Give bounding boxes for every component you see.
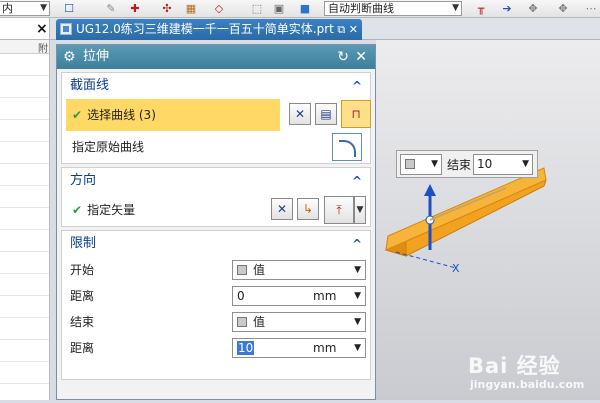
list-item[interactable] bbox=[0, 164, 49, 186]
limits-group: 限制 ^ 开始 值 ▼ 距离 0 mm ▼ 结束 值 ▼ 距离 10 mm ▼ bbox=[61, 230, 371, 380]
end-distance-input[interactable]: 10 mm ▼ bbox=[232, 338, 366, 358]
direction-group: 方向 ^ ✔ 指定矢量 ✕ ↳ ⤒ ▼ bbox=[61, 167, 371, 227]
origin-curve-button[interactable] bbox=[332, 133, 362, 161]
value-cube-icon bbox=[237, 265, 247, 275]
start-distance-row: 距离 0 mm ▼ bbox=[62, 283, 370, 309]
list-item[interactable] bbox=[0, 54, 49, 76]
snap-icon[interactable]: ✎ bbox=[104, 2, 118, 15]
check-icon: ✔ bbox=[72, 108, 83, 122]
reverse-direction-icon[interactable]: ✕ bbox=[271, 198, 293, 220]
reverse-icon[interactable]: ✕ bbox=[289, 103, 311, 125]
gear-icon[interactable]: ⚙ bbox=[63, 45, 76, 69]
check-icon: ✔ bbox=[72, 203, 83, 217]
value-cube-icon bbox=[237, 317, 247, 327]
list-item[interactable] bbox=[0, 318, 49, 340]
list-item[interactable] bbox=[0, 362, 49, 384]
x-axis-label: X bbox=[452, 262, 460, 275]
filter-select[interactable]: 内 ▼ bbox=[0, 1, 50, 16]
vector-type-icon[interactable]: ⤒ bbox=[324, 196, 354, 224]
floating-end-input: ▼ 结束 10 ▼ bbox=[396, 150, 538, 178]
marquee-icon[interactable]: ⬚ bbox=[250, 2, 264, 15]
chevron-down-icon: ▼ bbox=[354, 291, 361, 301]
section-group: 截面线 ^ ✔ 选择曲线 (3) ✕ ▤ ⊓ 指定原始曲线 bbox=[61, 72, 371, 164]
collapse-chevron-icon[interactable]: ^ bbox=[352, 231, 362, 257]
x-axis-line bbox=[395, 251, 457, 269]
cube-icon[interactable]: ■ bbox=[298, 2, 312, 15]
direction-group-header[interactable]: 方向 ^ bbox=[62, 168, 370, 194]
list-item[interactable] bbox=[0, 296, 49, 318]
reset-icon[interactable]: ↻ bbox=[337, 45, 349, 69]
move-icon[interactable]: ✥ bbox=[526, 2, 540, 15]
vector-constructor-icon[interactable]: ↳ bbox=[297, 198, 319, 220]
end-type-mini-select[interactable]: ▼ bbox=[400, 154, 442, 175]
chevron-down-icon: ▼ bbox=[40, 3, 47, 13]
chevron-down-icon: ▼ bbox=[452, 3, 459, 13]
curve-select-icon[interactable]: ⊓ bbox=[341, 100, 371, 128]
navigator-column-header: 附 bbox=[0, 40, 49, 55]
origin-curve-row[interactable]: 指定原始曲线 bbox=[62, 131, 370, 163]
chevron-down-icon: ▼ bbox=[522, 159, 529, 169]
section-group-header[interactable]: 截面线 ^ bbox=[62, 73, 370, 99]
list-item[interactable] bbox=[0, 230, 49, 252]
list-item[interactable] bbox=[0, 274, 49, 296]
detach-icon[interactable]: ⧉ bbox=[337, 23, 345, 36]
list-item[interactable] bbox=[0, 208, 49, 230]
chevron-down-icon: ▼ bbox=[354, 343, 361, 353]
follow-fillet-icon[interactable]: ➔ bbox=[500, 2, 514, 15]
collapse-chevron-icon[interactable]: ^ bbox=[352, 168, 362, 194]
close-icon[interactable]: × bbox=[36, 21, 48, 37]
more-icon[interactable]: ⋯ bbox=[584, 2, 598, 15]
end-value-mini-input[interactable]: 10 ▼ bbox=[473, 154, 533, 175]
list-item[interactable] bbox=[0, 98, 49, 120]
list-item[interactable] bbox=[0, 142, 49, 164]
collapse-chevron-icon[interactable]: ^ bbox=[352, 73, 362, 99]
graphics-window[interactable]: X bbox=[376, 40, 600, 400]
extrude-dialog: ⚙ 拉伸 ↻ ✕ 截面线 ^ ✔ 选择曲线 (3) ✕ ▤ ⊓ 指定原始曲线 方向… bbox=[56, 44, 376, 400]
select-icon[interactable]: ☐ bbox=[62, 2, 76, 15]
end-distance-row: 距离 10 mm ▼ bbox=[62, 335, 370, 361]
dialog-title-bar: ⚙ 拉伸 ↻ ✕ bbox=[57, 45, 375, 69]
list-item[interactable] bbox=[0, 340, 49, 362]
stop-at-intersection-icon[interactable]: ╥ bbox=[474, 2, 488, 15]
part-file-icon bbox=[60, 23, 72, 35]
arrow-head-icon bbox=[424, 184, 436, 196]
document-tab-bar: UG12.0练习三维建模一千一百五十简单实体.prt ⧉ ✕ bbox=[50, 18, 600, 40]
end-row: 结束 值 ▼ bbox=[62, 309, 370, 335]
close-tab-icon[interactable]: ✕ bbox=[349, 23, 358, 36]
layer-icon[interactable]: ▣ bbox=[272, 2, 286, 15]
list-item[interactable] bbox=[0, 120, 49, 142]
navigator-header: × bbox=[0, 18, 49, 40]
main-toolbar: 内 ▼ ☐ ✎ ✚ ✣ ▦ ◇ ⬚ ▣ ■ 自动判断曲线 ▼ ╥ ➔ ✥ ✥ ⋯ bbox=[0, 0, 600, 18]
select-curve-row[interactable]: ✔ 选择曲线 (3) bbox=[66, 99, 280, 131]
start-type-select[interactable]: 值 ▼ bbox=[232, 260, 366, 280]
start-distance-input[interactable]: 0 mm ▼ bbox=[232, 286, 366, 306]
chevron-down-icon: ▼ bbox=[431, 159, 438, 169]
list-item[interactable] bbox=[0, 76, 49, 98]
point-icon[interactable]: ✚ bbox=[128, 2, 142, 15]
close-icon[interactable]: ✕ bbox=[355, 45, 367, 69]
limits-group-header[interactable]: 限制 ^ bbox=[62, 231, 370, 257]
document-tab[interactable]: UG12.0练习三维建模一千一百五十简单实体.prt ⧉ ✕ bbox=[56, 19, 362, 40]
list-item[interactable] bbox=[0, 252, 49, 274]
dialog-title: 拉伸 bbox=[83, 49, 110, 64]
list-item[interactable] bbox=[0, 186, 49, 208]
value-cube-icon bbox=[405, 159, 415, 169]
vector-type-dropdown[interactable]: ▼ bbox=[354, 196, 366, 224]
curve-point-icon[interactable]: ✣ bbox=[160, 2, 174, 15]
body-icon[interactable]: ◇ bbox=[212, 2, 226, 15]
end-type-select[interactable]: 值 ▼ bbox=[232, 312, 366, 332]
rotate-icon[interactable]: ✥ bbox=[556, 2, 570, 15]
part-navigator: × 附 bbox=[0, 18, 50, 400]
start-row: 开始 值 ▼ bbox=[62, 257, 370, 283]
solid-body[interactable] bbox=[384, 179, 547, 257]
curve-rule-select[interactable]: 自动判断曲线 ▼ bbox=[324, 1, 462, 16]
watermark-logo: Bai 经验 jingyan.baidu.com bbox=[468, 354, 585, 391]
model-view: X bbox=[384, 167, 547, 275]
grid-icon[interactable]: ▦ bbox=[184, 2, 198, 15]
solid-top-face bbox=[385, 167, 547, 251]
sketch-section-icon[interactable]: ▤ bbox=[315, 103, 337, 125]
chevron-down-icon: ▼ bbox=[354, 317, 361, 327]
chevron-down-icon: ▼ bbox=[354, 265, 361, 275]
